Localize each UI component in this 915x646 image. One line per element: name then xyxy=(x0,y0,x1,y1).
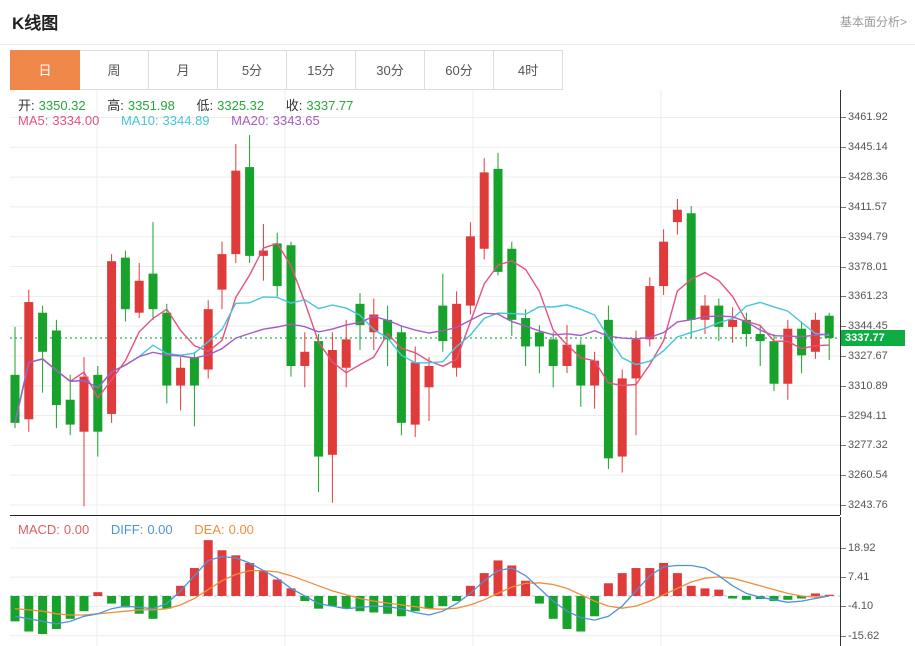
ma20-label: MA20: xyxy=(231,113,269,128)
close-label: 收: xyxy=(286,98,303,113)
macd-legend: MACD:0.00 DIFF:0.00 DEA:0.00 xyxy=(18,522,258,537)
fundamental-analysis-link[interactable]: 基本面分析> xyxy=(840,13,907,30)
tab-item[interactable]: 月 xyxy=(148,50,218,90)
kline-app: K线图 基本面分析> 日周月5分15分30分60分4时 开: 3350.32 高:… xyxy=(0,0,915,646)
y-axis-label: 3361.23 xyxy=(848,290,888,302)
y-axis-label: 3394.79 xyxy=(848,231,888,243)
tab-item[interactable]: 30分 xyxy=(355,50,425,90)
header: K线图 基本面分析> xyxy=(0,0,915,45)
y-axis-label: 3277.32 xyxy=(848,439,888,451)
y-axis-label: 3243.76 xyxy=(848,499,888,511)
tab-item[interactable]: 4时 xyxy=(493,50,563,90)
tab-item[interactable]: 5分 xyxy=(217,50,287,90)
y-axis-label: 3445.14 xyxy=(848,141,888,153)
ma5-value: 3334.00 xyxy=(52,113,99,128)
high-value: 3351.98 xyxy=(128,98,175,113)
y-axis-label: 3378.01 xyxy=(848,261,888,273)
ma10-label: MA10: xyxy=(121,113,159,128)
dea-value: 0.00 xyxy=(229,522,254,537)
macd-y-axis: 18.92 7.41 -4.10 -15.62 xyxy=(840,517,915,646)
diff-label: DIFF: xyxy=(111,522,144,537)
tab-item[interactable]: 60分 xyxy=(424,50,494,90)
y-axis-label: -15.62 xyxy=(848,630,879,642)
y-axis-label: 3294.11 xyxy=(848,410,887,422)
macd-label: MACD: xyxy=(18,522,60,537)
y-axis-label: 3260.54 xyxy=(848,469,888,481)
ma5-label: MA5: xyxy=(18,113,48,128)
ma10-value: 3344.89 xyxy=(163,113,210,128)
y-axis-label: 3310.89 xyxy=(848,380,888,392)
y-axis-label: 7.41 xyxy=(848,571,869,583)
dea-label: DEA: xyxy=(194,522,224,537)
open-value: 3350.32 xyxy=(39,98,86,113)
y-axis-label: 18.92 xyxy=(848,542,876,554)
tab-item[interactable]: 15分 xyxy=(286,50,356,90)
interval-tabbar: 日周月5分15分30分60分4时 xyxy=(10,50,563,90)
diff-value: 0.00 xyxy=(147,522,172,537)
macd-value: 0.00 xyxy=(64,522,89,537)
current-price-tag: 3337.77 xyxy=(841,330,905,346)
low-label: 低: xyxy=(197,98,214,113)
main-chart-svg xyxy=(10,90,840,515)
y-axis-label: -4.10 xyxy=(848,600,873,612)
tab-item[interactable]: 周 xyxy=(79,50,149,90)
tab-item[interactable]: 日 xyxy=(10,50,80,90)
high-label: 高: xyxy=(107,98,124,113)
close-value: 3337.77 xyxy=(306,98,353,113)
y-axis-label: 3461.92 xyxy=(848,111,888,123)
y-axis-label: 3327.67 xyxy=(848,350,888,362)
y-axis-label: 3428.36 xyxy=(848,171,888,183)
open-label: 开: xyxy=(18,98,35,113)
ma20-value: 3343.65 xyxy=(273,113,320,128)
ma-legend: MA5: 3334.00 MA10: 3344.89 MA20: 3343.65 xyxy=(18,113,324,128)
low-value: 3325.32 xyxy=(217,98,264,113)
ohlc-legend: 开: 3350.32 高: 3351.98 低:3325.32 收:3337.77 xyxy=(18,95,357,114)
page-title: K线图 xyxy=(12,9,58,34)
y-axis-label: 3411.57 xyxy=(848,201,887,213)
main-y-axis: 3461.92 3445.14 3428.36 3411.57 3394.79 3378.… xyxy=(840,90,915,515)
main-candlestick-chart[interactable] xyxy=(10,90,840,516)
